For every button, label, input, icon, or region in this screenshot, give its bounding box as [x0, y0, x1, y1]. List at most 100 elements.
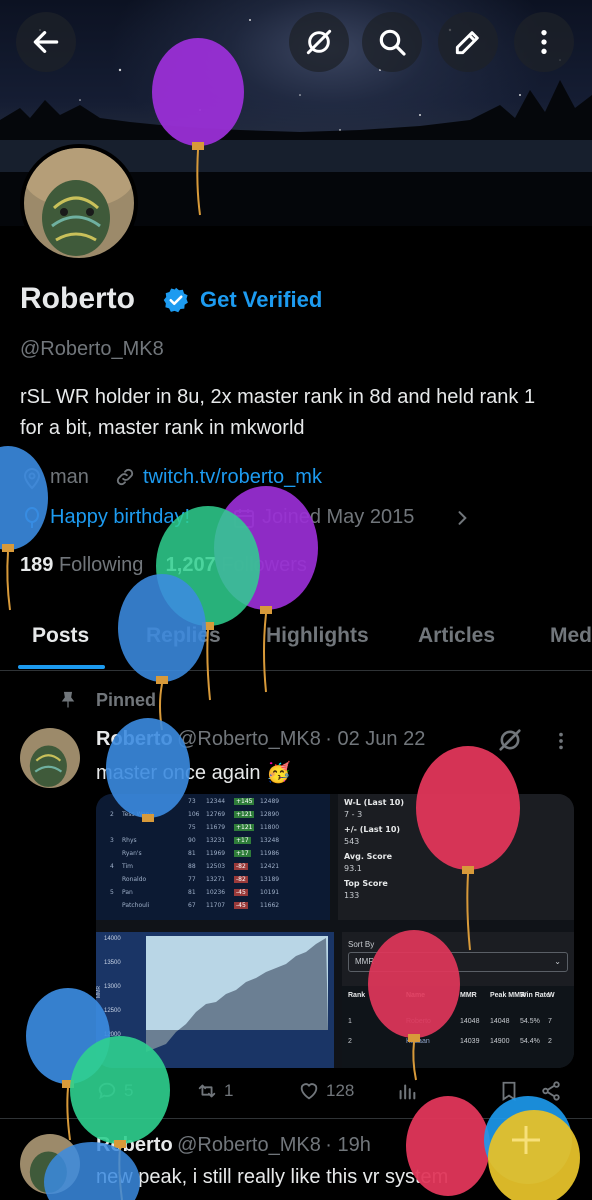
get-verified-link[interactable]: Get Verified: [200, 287, 322, 313]
leaderboard-cell: 10191: [260, 889, 280, 896]
leaderboard-cell: Pan: [122, 889, 133, 896]
followers-label: Followers: [221, 554, 307, 576]
rank-cell: 2: [548, 1038, 552, 1045]
rankings-table: Rank Name MMR Peak MMR Win Rate W 1 Roberto 1404…: [342, 986, 574, 1068]
more-button[interactable]: [514, 12, 574, 72]
stat-value: 133: [344, 891, 360, 900]
leaderboard-row: Patchouli 67 11707 -45 11662: [96, 902, 330, 924]
rank-cell: 2: [348, 1038, 352, 1045]
stat-label: +/- (Last 10): [344, 825, 401, 834]
arrow-left-icon: [33, 31, 59, 53]
reply-button[interactable]: 5: [96, 1080, 133, 1102]
post-header: Roberto @Roberto_MK8 · 02 Jun 22: [96, 728, 425, 751]
pin-icon: [61, 691, 75, 708]
profile-handle: @Roberto_MK8: [20, 338, 164, 360]
followers-count: 1,207: [165, 554, 216, 576]
post-date[interactable]: · 02 Jun 22: [325, 728, 425, 750]
leaderboard-cell: Tess Wang: [122, 811, 154, 818]
chevron-down-icon: ⌄: [554, 957, 561, 966]
avatar[interactable]: [20, 144, 138, 262]
leaderboard-cell: +121: [234, 824, 255, 831]
turtle-avatar-image: [20, 1134, 80, 1194]
post-avatar[interactable]: [20, 1134, 80, 1194]
heart-icon: [300, 1083, 318, 1100]
balloon-yellow-bottom-right: [488, 1110, 580, 1200]
chart-ytick-label: 13000: [104, 984, 121, 990]
leaderboard-cell: 2: [110, 811, 114, 818]
post-more-icon[interactable]: [550, 730, 572, 752]
repost-button[interactable]: 1: [196, 1080, 233, 1102]
rank-header: Rank: [348, 992, 366, 999]
back-button[interactable]: [16, 12, 76, 72]
tab-posts[interactable]: Posts: [32, 624, 89, 648]
leaderboard-cell: 73: [188, 798, 196, 805]
search-button[interactable]: [362, 12, 422, 72]
tab-media[interactable]: Media: [550, 624, 592, 648]
leaderboard-cell: 11707: [206, 902, 226, 909]
leaderboard-cell: 75: [188, 824, 196, 831]
rank-cell: 14048: [490, 1018, 510, 1025]
sort-select[interactable]: MMR ⌄: [348, 952, 568, 972]
joined-date: Joined May 2015: [262, 506, 415, 528]
post-header: Roberto @Roberto_MK8 · 19h: [96, 1134, 371, 1157]
stat-label: W-L (Last 10): [344, 798, 404, 807]
tab-articles[interactable]: Articles: [418, 624, 495, 648]
stat-value: 93.1: [344, 864, 362, 873]
chevron-right-icon[interactable]: [452, 508, 472, 528]
location-icon: [23, 468, 41, 490]
post-avatar[interactable]: [20, 728, 80, 788]
following-label: Following: [58, 554, 144, 576]
leaderboard-cell: 90: [188, 837, 196, 844]
tab-highlights[interactable]: Highlights: [266, 624, 369, 648]
tab-replies[interactable]: Replies: [146, 624, 221, 648]
rank-header: W: [548, 992, 555, 999]
balloon-icon: [25, 507, 39, 528]
profile-website-link[interactable]: twitch.tv/roberto_mk: [143, 466, 322, 489]
verified-badge-icon[interactable]: [162, 286, 190, 314]
bookmark-icon[interactable]: [498, 1080, 520, 1102]
leaderboard-cell: 4: [110, 863, 114, 870]
leaderboard-table: 73 12344 +145 12489 2 Tess Wang 106 12769 +121 12…: [96, 794, 330, 920]
leaderboard-cell: 12344: [206, 798, 226, 805]
leaderboard-cell: +145: [234, 798, 255, 805]
stats-panel: W-L (Last 10) 7 - 3 +/- (Last 10) 543 Avg. S…: [338, 794, 574, 920]
turtle-avatar-image: [20, 728, 80, 788]
chart-ytick-label: 13500: [104, 960, 121, 966]
grok-button[interactable]: [289, 12, 349, 72]
profile-location: man: [50, 466, 89, 488]
mmr-chart: 14000 13500 13000 12500 12000 MMR: [96, 932, 334, 1068]
following-link[interactable]: 189 Following: [20, 554, 143, 576]
leaderboard-cell: -45: [234, 889, 248, 896]
leaderboard-cell: 11986: [260, 850, 280, 857]
leaderboard-cell: Patchouli: [122, 902, 150, 909]
sort-by-label: Sort By: [348, 940, 375, 949]
edit-profile-button[interactable]: [438, 12, 498, 72]
leaderboard-cell: 13248: [260, 837, 280, 844]
share-icon[interactable]: [540, 1080, 562, 1102]
post-author-handle[interactable]: @Roberto_MK8: [177, 1134, 321, 1156]
link-icon: [116, 468, 134, 486]
follow-stats: 189 Following 1,207 Followers: [20, 554, 307, 577]
grok-icon[interactable]: [496, 726, 524, 754]
rank-cell: 54.4%: [520, 1038, 540, 1045]
like-button[interactable]: 128: [298, 1080, 354, 1102]
post-media-image[interactable]: 73 12344 +145 12489 2 Tess Wang 106 12769 +121 12…: [96, 794, 574, 1068]
leaderboard-cell: Rhys: [122, 837, 137, 844]
chart-ytick-label: 14000: [104, 936, 121, 942]
leaderboard-cell: 11679: [206, 824, 226, 831]
more-vertical-icon: [541, 30, 547, 54]
rank-header: Win Rate: [520, 992, 550, 999]
post-date[interactable]: · 19h: [325, 1134, 371, 1156]
post-author-name[interactable]: Roberto: [96, 728, 173, 750]
rankings-panel: Sort By MMR ⌄ Rank Name MMR Peak MMR Win Rat…: [342, 932, 574, 1068]
post-author-name[interactable]: Roberto: [96, 1134, 173, 1156]
followers-link[interactable]: 1,207 Followers: [166, 554, 307, 576]
birthday-text: Happy birthday!: [50, 506, 191, 528]
leaderboard-cell: 81: [188, 889, 196, 896]
profile-name: Roberto: [20, 282, 135, 315]
leaderboard-cell: +121: [234, 811, 255, 818]
views-button[interactable]: [396, 1080, 418, 1102]
repost-count: 1: [224, 1081, 234, 1100]
leaderboard-cell: Ryan's: [122, 850, 142, 857]
post-author-handle[interactable]: @Roberto_MK8: [177, 728, 321, 750]
